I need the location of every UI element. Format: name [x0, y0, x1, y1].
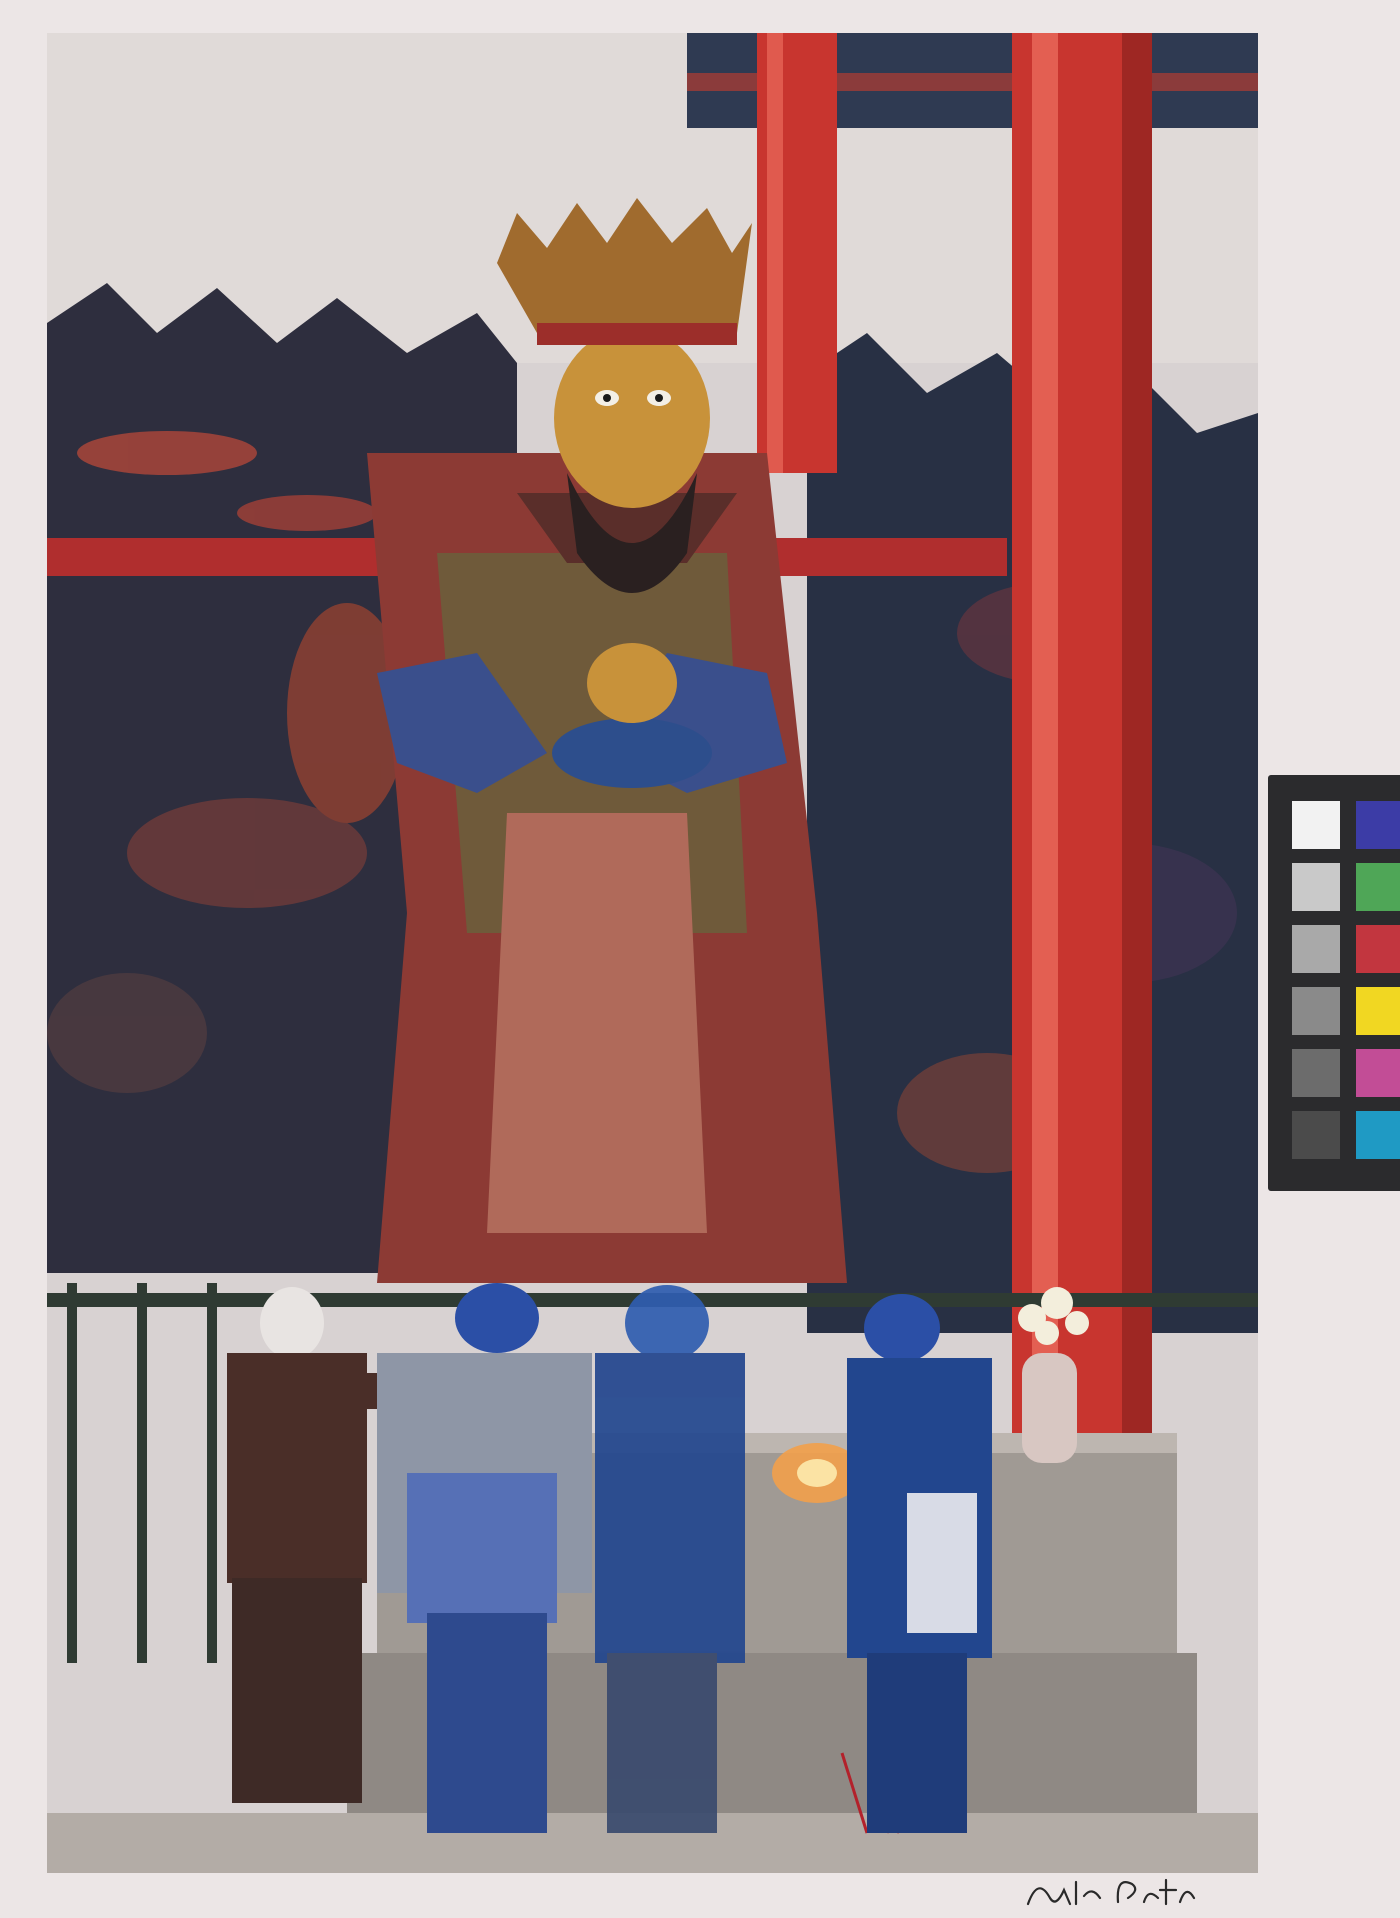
clasped-hands [587, 643, 677, 723]
color-patch-yellow [1356, 987, 1400, 1035]
gray-patch-4 [1292, 987, 1340, 1035]
color-patch-red [1356, 925, 1400, 973]
flower-vase [1022, 1353, 1077, 1463]
photograph [47, 33, 1258, 1873]
gray-patch-3 [1292, 925, 1340, 973]
color-patch-cyan [1356, 1111, 1400, 1159]
color-patch-magenta [1356, 1049, 1400, 1097]
photographer-signature [1026, 1878, 1196, 1906]
statue-head [554, 328, 710, 593]
color-calibration-target [1268, 775, 1400, 1191]
gray-patch-6 [1292, 1111, 1340, 1159]
gray-patch-5 [1292, 1049, 1340, 1097]
temple-scene [47, 33, 1258, 1873]
gray-patch-1 [1292, 801, 1340, 849]
gray-patch-2 [1292, 863, 1340, 911]
color-patch-blue [1356, 801, 1400, 849]
color-patch-green [1356, 863, 1400, 911]
